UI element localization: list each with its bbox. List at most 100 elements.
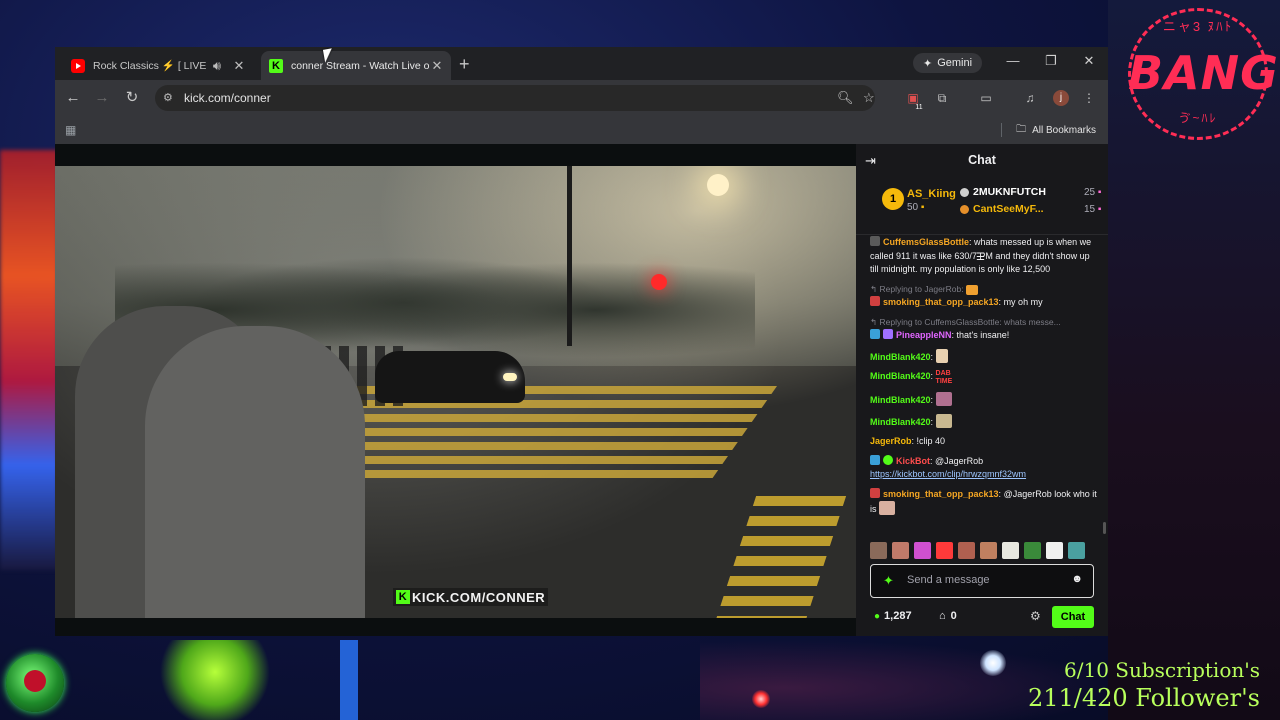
tab-bar: Rock Classics ⚡ [ LIVE ] Ti 🔊︎ ✕ K conne… (55, 47, 1108, 80)
send-message-field[interactable]: ✦ ☻ (870, 564, 1094, 598)
restore-button[interactable]: ❐ (1041, 53, 1061, 69)
chat-message: MindBlank420: DAB TIME (870, 370, 1098, 386)
menu-icon[interactable]: ⋮ (1081, 90, 1097, 106)
logo-text: BANG (1128, 46, 1279, 100)
chat-scrollbar[interactable] (1103, 522, 1106, 534)
apps-grid-icon[interactable]: ▦ (65, 123, 76, 137)
message-text: !clip 40 (916, 436, 946, 446)
profile-avatar[interactable]: j (1053, 90, 1069, 106)
bot-badge (883, 454, 893, 465)
neon-light-blue (340, 640, 358, 720)
chat-message: ↰ Replying to JagerRob: smoking_that_opp… (870, 283, 1098, 310)
gemini-button[interactable]: ✦ Gemini (913, 53, 983, 73)
leader-count: 50 ▪ (907, 202, 925, 213)
emote[interactable] (1046, 542, 1063, 559)
chat-message: ↰ Replying to CuffemsGlassBottle: whats … (870, 316, 1098, 343)
kick-watermark: K KICK.COM/CONNER (393, 588, 549, 606)
emote[interactable] (958, 542, 975, 559)
cast-icon[interactable]: ▭ (978, 90, 994, 106)
emote[interactable] (1068, 542, 1085, 559)
chat-username[interactable]: smoking_that_opp_pack13 (883, 297, 999, 307)
reload-button[interactable]: ↻ (122, 88, 142, 108)
emote[interactable] (1024, 542, 1041, 559)
background-light (980, 650, 1006, 676)
logo-bottom-text: ゔ~ﾊﾚ (1178, 111, 1218, 125)
goal-overlay: 6/10 Subscription's 211/420 Follower's (1028, 658, 1260, 713)
kick-icon: K (269, 58, 283, 73)
extensions-icon[interactable]: ⧉ (934, 90, 950, 106)
chat-header: ⇥ Chat (856, 144, 1108, 176)
forward-button[interactable]: → (92, 88, 112, 108)
zoom-icon[interactable]: 🔍︎ (837, 90, 854, 106)
chat-message: MindBlank420: (870, 392, 1098, 408)
gear-icon[interactable]: ⚙ (1030, 609, 1041, 623)
quick-emote-bar (870, 542, 1102, 560)
emote[interactable] (980, 542, 997, 559)
chat-username[interactable]: MindBlank420 (870, 417, 931, 427)
tab-conner-stream[interactable]: K conner Stream - Watch Live on ✕ (261, 51, 451, 80)
chat-username[interactable]: smoking_that_opp_pack13 (883, 489, 999, 499)
emote[interactable] (914, 542, 931, 559)
chat-username[interactable]: MindBlank420 (870, 395, 931, 405)
site-info-icon[interactable]: ⚙ (163, 91, 173, 104)
chat-message: CuffemsGlassBottle: whats messed up is w… (870, 236, 1092, 274)
tab-title: conner Stream - Watch Live on (291, 59, 429, 72)
chat-username[interactable]: JagerRob (870, 436, 912, 446)
chat-message: MindBlank420: (870, 348, 1098, 365)
clip-link[interactable]: https://kickbot.com/clip/hrwzqmnf32wm (870, 469, 1026, 479)
gift-leaderboard: 1 AS_Kiing 50 ▪ 2MUKNFUTCH 25 ▪ CantSeeM… (856, 176, 1108, 263)
back-button[interactable]: ← (63, 88, 83, 108)
bookmarks-bar: ▦ 🗀 All Bookmarks (55, 116, 1108, 144)
close-window-button[interactable]: ✕ (1079, 53, 1099, 69)
emoji-picker-icon[interactable]: ☻ (1071, 573, 1083, 585)
chat-username[interactable]: CuffemsGlassBottle (883, 237, 969, 247)
minimize-button[interactable]: — (1003, 53, 1023, 68)
chat-username[interactable]: MindBlank420 (870, 371, 931, 381)
kick-sparkle-icon[interactable]: ✦ (883, 573, 894, 589)
emote (879, 501, 896, 515)
close-tab-icon[interactable]: ✕ (429, 58, 445, 74)
street-light (707, 174, 729, 196)
reply-context: ↰ Replying to JagerRob: (870, 283, 1098, 297)
chat-username[interactable]: MindBlank420 (870, 352, 931, 362)
viewer-count: ● 1,287 (874, 610, 912, 622)
shop-count[interactable]: ⌂ 0 (939, 610, 957, 622)
speaker-icon[interactable]: 🔊︎ (209, 58, 225, 74)
video-player[interactable]: K KICK.COM/CONNER (55, 166, 856, 618)
close-tab-icon[interactable]: ✕ (231, 58, 247, 74)
rank-icon (960, 204, 969, 214)
send-chat-button[interactable]: Chat (1052, 606, 1094, 628)
all-bookmarks-button[interactable]: 🗀 All Bookmarks (1016, 122, 1096, 139)
emote[interactable] (1002, 542, 1019, 559)
user-badge (870, 236, 880, 246)
spectator-hood (145, 326, 365, 618)
browser-toolbar: ← → ↻ ⚙ 🔍︎ ☆ ▣ 11 ⧉ ▭ ♫ j ⋮ (55, 80, 1108, 116)
background-red-light (752, 690, 770, 708)
emote[interactable] (892, 542, 909, 559)
leaderboard-entry[interactable]: 2MUKNFUTCH 25 ▪ (960, 186, 1101, 198)
chat-title: Chat (968, 153, 996, 167)
leader-name[interactable]: AS_Kiing (907, 188, 956, 200)
all-bookmarks-label: All Bookmarks (1032, 125, 1096, 136)
url-input[interactable] (184, 91, 584, 105)
emote[interactable] (870, 542, 887, 559)
youtube-icon (71, 58, 85, 73)
message-input[interactable] (907, 572, 1057, 588)
tab-rock-classics[interactable]: Rock Classics ⚡ [ LIVE ] Ti 🔊︎ ✕ (63, 51, 253, 80)
address-bar[interactable]: ⚙ 🔍︎ ☆ (155, 85, 875, 111)
logo-top-text: ニャ3 ﾇﾊﾄ (1162, 19, 1234, 34)
chat-username[interactable]: KickBot (896, 456, 930, 466)
chat-username[interactable]: PineappleNN (896, 330, 952, 340)
media-control-icon[interactable]: ♫ (1022, 90, 1038, 106)
leaderboard-entry[interactable]: CantSeeMyF... 15 ▪ (960, 203, 1101, 215)
chat-message: MindBlank420: (870, 413, 1098, 430)
bang-logo: ニャ3 ﾇﾊﾄ BANG ゔ~ﾊﾚ (1128, 8, 1279, 140)
message-text: @JagerRob (935, 455, 984, 466)
emote[interactable] (936, 542, 953, 559)
new-tab-button[interactable]: + (459, 54, 470, 75)
message-text: my oh my (1003, 297, 1043, 307)
bookmark-star-icon[interactable]: ☆ (863, 90, 875, 106)
emote (935, 348, 948, 363)
sparkle-icon: ✦ (923, 57, 933, 70)
emote (965, 284, 978, 295)
